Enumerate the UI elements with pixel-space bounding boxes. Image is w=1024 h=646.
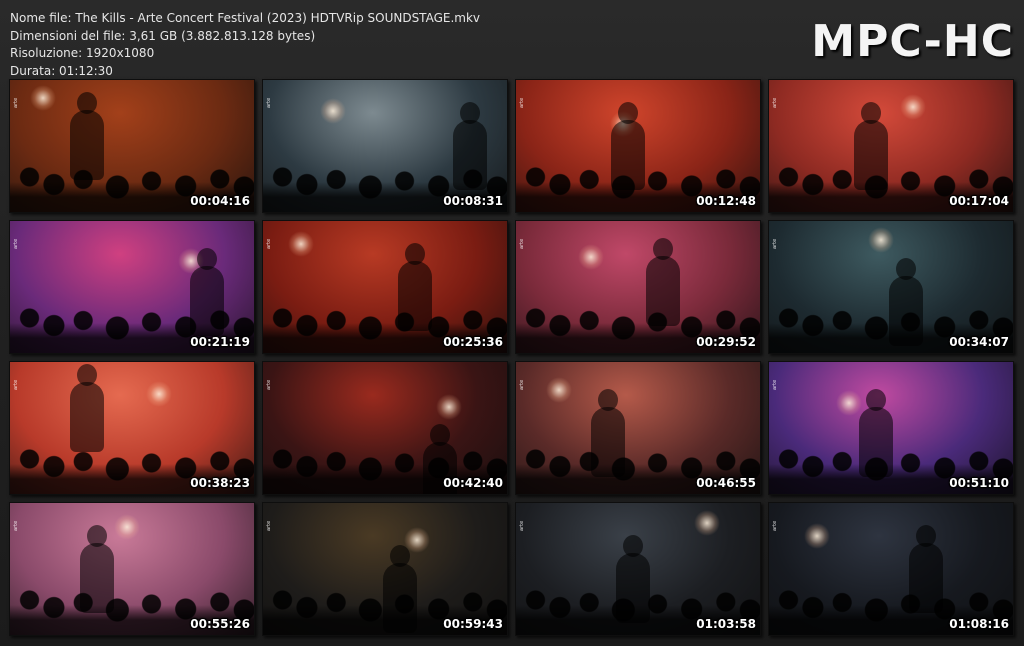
video-thumbnail: arte 00:21:19 (9, 220, 255, 354)
arte-watermark: arte (519, 520, 525, 531)
arte-watermark: arte (13, 97, 19, 108)
arte-watermark: arte (13, 379, 19, 390)
video-thumbnail: arte 00:46:55 (515, 361, 761, 495)
thumbnail-timestamp: 00:29:52 (696, 335, 756, 349)
stage-light (114, 514, 140, 540)
video-thumbnail: arte 00:42:40 (262, 361, 508, 495)
file-name: Nome file: The Kills - Arte Concert Fest… (10, 11, 481, 25)
file-info: Nome file: The Kills - Arte Concert Fest… (10, 10, 480, 80)
arte-watermark: arte (13, 520, 19, 531)
stage-light (546, 377, 572, 403)
thumbnail-grid: arte 00:04:16 arte 00:08:31 arte 00:12:48 arte… (9, 79, 1014, 637)
thumbnail-timestamp: 00:46:55 (696, 476, 756, 490)
video-thumbnail: arte 01:08:16 (768, 502, 1014, 636)
thumbnail-timestamp: 00:12:48 (696, 194, 756, 208)
arte-watermark: arte (772, 379, 778, 390)
arte-watermark: arte (266, 520, 272, 531)
thumbnail-timestamp: 01:03:58 (696, 617, 756, 631)
video-thumbnail: arte 00:29:52 (515, 220, 761, 354)
thumbnail-timestamp: 00:38:23 (190, 476, 250, 490)
thumbnail-timestamp: 01:08:16 (949, 617, 1009, 631)
stage-light (436, 394, 462, 420)
arte-watermark: arte (519, 379, 525, 390)
video-thumbnail: arte 00:34:07 (768, 220, 1014, 354)
video-thumbnail: arte 00:17:04 (768, 79, 1014, 213)
stage-light (868, 227, 894, 253)
thumbnail-timestamp: 00:34:07 (949, 335, 1009, 349)
thumbnail-timestamp: 00:21:19 (190, 335, 250, 349)
arte-watermark: arte (266, 97, 272, 108)
arte-watermark: arte (772, 520, 778, 531)
mpc-hc-logo: MPC-HC (811, 16, 1014, 67)
video-thumbnail: arte 00:38:23 (9, 361, 255, 495)
stage-light (320, 98, 346, 124)
arte-watermark: arte (519, 238, 525, 249)
arte-watermark: arte (266, 379, 272, 390)
video-thumbnail: arte 00:08:31 (262, 79, 508, 213)
stage-light (804, 523, 830, 549)
video-thumbnail: arte 00:59:43 (262, 502, 508, 636)
video-thumbnail: arte 01:03:58 (515, 502, 761, 636)
video-thumbnail: arte 00:12:48 (515, 79, 761, 213)
thumbnail-timestamp: 00:42:40 (443, 476, 503, 490)
file-size: Dimensioni del file: 3,61 GB (3.882.813.… (10, 28, 316, 43)
file-duration: Durata: 01:12:30 (10, 63, 113, 78)
stage-light (694, 510, 720, 536)
stage-light (288, 231, 314, 257)
arte-watermark: arte (266, 238, 272, 249)
arte-watermark: arte (519, 97, 525, 108)
video-thumbnail: arte 00:04:16 (9, 79, 255, 213)
arte-watermark: arte (772, 238, 778, 249)
stage-light (30, 85, 56, 111)
stage-light (836, 390, 862, 416)
stage-light (146, 381, 172, 407)
arte-watermark: arte (13, 238, 19, 249)
thumbnail-timestamp: 00:59:43 (443, 617, 503, 631)
thumbnail-timestamp: 00:51:10 (949, 476, 1009, 490)
stage-light (900, 94, 926, 120)
video-thumbnail: arte 00:51:10 (768, 361, 1014, 495)
stage-light (578, 244, 604, 270)
file-resolution: Risoluzione: 1920x1080 (10, 46, 155, 60)
video-thumbnail: arte 00:55:26 (9, 502, 255, 636)
thumbnail-timestamp: 00:55:26 (190, 617, 250, 631)
thumbnail-timestamp: 00:08:31 (443, 194, 503, 208)
thumbnail-timestamp: 00:04:16 (190, 194, 250, 208)
thumbnail-timestamp: 00:17:04 (949, 194, 1009, 208)
video-thumbnail: arte 00:25:36 (262, 220, 508, 354)
performer-silhouette (70, 364, 104, 452)
thumbnail-timestamp: 00:25:36 (443, 335, 503, 349)
arte-watermark: arte (772, 97, 778, 108)
